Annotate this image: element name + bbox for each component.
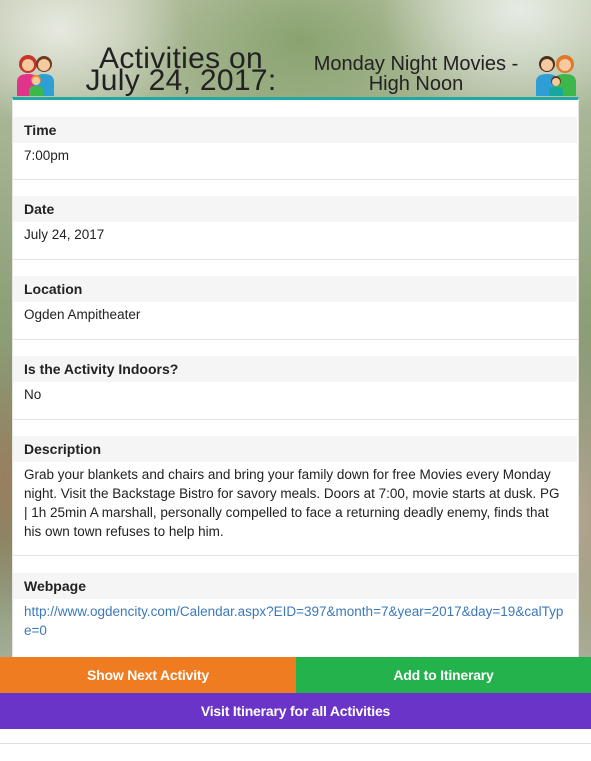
divider (0, 743, 591, 744)
activity-details-card: Time 7:00pm Date July 24, 2017 Location … (12, 97, 579, 657)
location-value: Ogden Ampitheater (24, 307, 141, 322)
add-to-itinerary-button[interactable]: Add to Itinerary (296, 657, 591, 693)
date-value: July 24, 2017 (24, 227, 105, 242)
family-icon (17, 55, 54, 96)
indoors-field: Is the Activity Indoors? No (13, 356, 578, 420)
indoors-value: No (24, 387, 42, 402)
description-value: Grab your blankets and chairs and bring … (24, 467, 560, 539)
footer (0, 729, 591, 761)
webpage-link[interactable]: http://www.ogdencity.com/Calendar.aspx?E… (24, 602, 564, 640)
page-title: Activities on July 24, 2017: (85, 42, 277, 97)
family-icon (536, 55, 576, 96)
description-label: Description (13, 436, 577, 462)
time-label: Time (13, 117, 577, 143)
page-header: Activities on July 24, 2017: Monday Nigh… (0, 40, 591, 98)
time-value: 7:00pm (24, 148, 70, 163)
date-field: Date July 24, 2017 (13, 196, 578, 260)
visit-itinerary-button[interactable]: Visit Itinerary for all Activities (0, 693, 591, 729)
indoors-label: Is the Activity Indoors? (13, 356, 577, 382)
location-label: Location (13, 276, 577, 302)
webpage-label: Webpage (13, 573, 577, 599)
date-label: Date (13, 196, 577, 222)
time-field: Time 7:00pm (13, 117, 578, 180)
location-field: Location Ogden Ampitheater (13, 276, 578, 340)
webpage-field: Webpage http://www.ogdencity.com/Calenda… (13, 573, 578, 643)
description-field: Description Grab your blankets and chair… (13, 436, 578, 556)
activity-title: Monday Night Movies - High Noon (313, 53, 519, 95)
show-next-activity-button[interactable]: Show Next Activity (0, 657, 296, 693)
